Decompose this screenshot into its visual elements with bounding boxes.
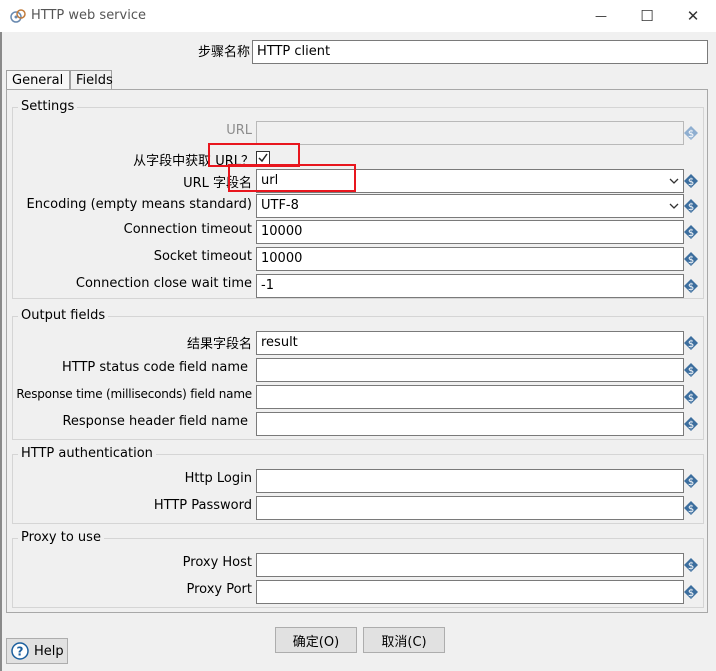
dollar-variable-icon[interactable]: $	[684, 558, 698, 572]
step-name-label: 步骤名称	[197, 45, 250, 60]
chevron-down-icon	[669, 203, 679, 209]
http-login-input[interactable]	[256, 469, 684, 493]
svg-text:$: $	[688, 228, 694, 239]
dollar-variable-icon[interactable]: $	[684, 417, 698, 431]
response-time-field-input[interactable]	[256, 385, 684, 409]
svg-text:$: $	[688, 129, 694, 140]
http-password-input[interactable]	[256, 496, 684, 520]
web-service-icon	[10, 9, 26, 23]
dollar-variable-icon[interactable]: $	[684, 336, 698, 350]
minimize-icon: —	[595, 9, 607, 23]
url-field-name-label: URL 字段名	[183, 176, 252, 191]
http-password-label: HTTP Password	[153, 498, 252, 513]
proxy-host-label: Proxy Host	[182, 555, 252, 570]
output-fields-group-title: Output fields	[18, 308, 109, 323]
dollar-variable-icon[interactable]: $	[684, 474, 698, 488]
dollar-variable-icon[interactable]: $	[684, 199, 698, 213]
svg-text:$: $	[688, 282, 694, 293]
dollar-variable-icon[interactable]: $	[684, 279, 698, 293]
close-wait-time-label: Connection close wait time	[75, 276, 252, 291]
help-button-label: Help	[34, 643, 64, 659]
socket-timeout-label: Socket timeout	[153, 249, 252, 264]
dollar-variable-icon[interactable]: $	[684, 126, 698, 140]
svg-text:$: $	[688, 588, 694, 599]
dollar-variable-icon[interactable]: $	[684, 501, 698, 515]
response-header-field-input[interactable]	[256, 412, 684, 436]
svg-text:$: $	[688, 255, 694, 266]
chevron-down-icon	[669, 178, 679, 184]
cancel-button-label: 取消(C)	[381, 634, 427, 650]
window-edge	[0, 32, 2, 671]
connection-timeout-label: Connection timeout	[123, 222, 252, 237]
close-icon: ✕	[686, 7, 700, 25]
title-bar: HTTP web service — ☐ ✕	[0, 0, 716, 32]
response-time-field-label: Response time (milliseconds) field name	[16, 387, 252, 401]
help-button[interactable]: ? Help	[6, 638, 68, 664]
ok-button-label: 确定(O)	[292, 634, 340, 650]
connection-timeout-input[interactable]: 10000	[256, 220, 684, 244]
proxy-group-title: Proxy to use	[18, 530, 104, 545]
maximize-button[interactable]: ☐	[624, 0, 670, 32]
window-title: HTTP web service	[31, 8, 146, 23]
tab-fields[interactable]: Fields	[70, 70, 113, 90]
minimize-button[interactable]: —	[578, 0, 624, 32]
encoding-label: Encoding (empty means standard)	[26, 197, 252, 212]
close-wait-time-input[interactable]: -1	[256, 274, 684, 298]
status-code-field-label: HTTP status code field name	[61, 360, 248, 375]
svg-text:$: $	[688, 561, 694, 572]
svg-text:$: $	[688, 420, 694, 431]
result-field-label: 结果字段名	[186, 337, 252, 352]
step-name-input[interactable]: HTTP client	[252, 40, 708, 64]
dollar-variable-icon[interactable]: $	[684, 174, 698, 188]
url-input	[256, 121, 684, 145]
svg-text:$: $	[688, 504, 694, 515]
ok-button[interactable]: 确定(O)	[275, 627, 357, 653]
proxy-port-label: Proxy Port	[186, 582, 252, 597]
result-field-input[interactable]: result	[256, 331, 684, 355]
proxy-host-input[interactable]	[256, 553, 684, 577]
settings-group-title: Settings	[18, 99, 78, 114]
status-code-field-input[interactable]	[256, 358, 684, 382]
encoding-value: UTF-8	[261, 198, 299, 213]
close-button[interactable]: ✕	[670, 0, 716, 32]
svg-text:$: $	[688, 339, 694, 350]
dollar-variable-icon[interactable]: $	[684, 390, 698, 404]
encoding-combo[interactable]: UTF-8	[256, 194, 684, 218]
svg-text:$: $	[688, 477, 694, 488]
svg-text:?: ?	[17, 645, 24, 659]
svg-text:$: $	[688, 202, 694, 213]
socket-timeout-input[interactable]: 10000	[256, 247, 684, 271]
http-login-label: Http Login	[184, 471, 252, 486]
question-circle-icon: ?	[11, 642, 29, 660]
svg-text:$: $	[688, 393, 694, 404]
proxy-port-input[interactable]	[256, 580, 684, 604]
dollar-variable-icon[interactable]: $	[684, 225, 698, 239]
highlight-box	[228, 164, 356, 192]
authentication-group-title: HTTP authentication	[18, 446, 156, 461]
svg-text:$: $	[688, 366, 694, 377]
dollar-variable-icon[interactable]: $	[684, 363, 698, 377]
cancel-button[interactable]: 取消(C)	[363, 627, 445, 653]
dollar-variable-icon[interactable]: $	[684, 585, 698, 599]
maximize-icon: ☐	[640, 7, 654, 25]
response-header-field-label: Response header field name	[62, 414, 248, 429]
svg-text:$: $	[688, 177, 694, 188]
url-label: URL	[226, 123, 252, 138]
dollar-variable-icon[interactable]: $	[684, 252, 698, 266]
tab-general[interactable]: General	[6, 70, 70, 90]
